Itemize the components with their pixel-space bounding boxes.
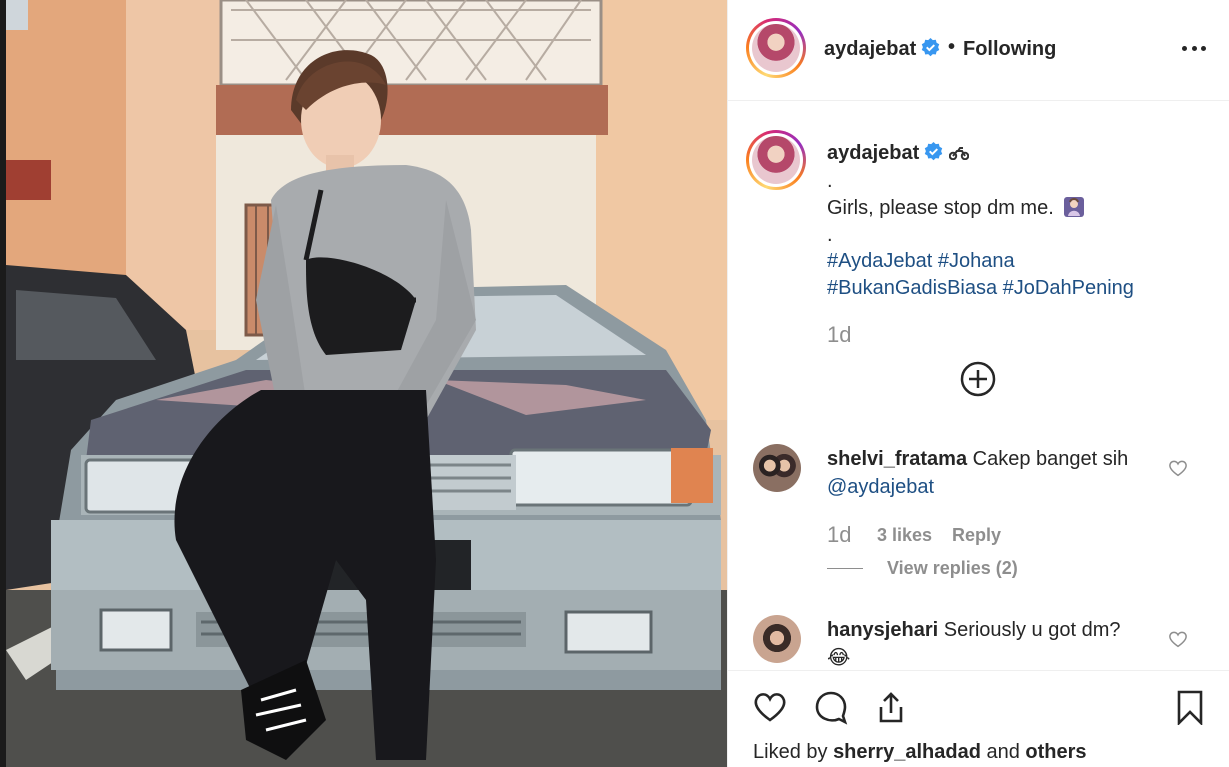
author-avatar[interactable] [746,18,806,78]
comment-meta: 1d 3 likes Reply [827,522,1001,548]
caption-username-link[interactable]: aydajebat [827,142,970,165]
liked-by-others-link[interactable]: others [1025,741,1086,763]
liked-by-prefix: Liked by [753,741,828,763]
post-header: aydajebat • Following [728,0,1229,101]
commenter-username[interactable]: hanysjehari [827,619,938,641]
mention-link[interactable]: @aydajebat [827,476,934,498]
caption-text-line: Girls, please stop dm me. [827,196,1085,220]
comment-icon[interactable] [813,689,849,725]
caption-hashtags-line: #AydaJebat #Johana [827,250,1015,273]
comment-text: hanysjehari Seriously u got dm? 😂 [827,616,1147,670]
caption-text: Girls, please stop dm me. [827,197,1054,219]
comment-body: Seriously u got dm? [943,619,1121,641]
view-replies-button[interactable]: View replies (2) [827,558,1018,579]
bookmark-icon[interactable] [1172,689,1208,725]
comment-likes[interactable]: 3 likes [877,525,932,546]
author-username[interactable]: aydajebat [824,38,916,60]
caption-dot: . [827,170,833,192]
hashtag-link[interactable]: #BukanGadisBiasa [827,277,997,299]
liked-by-user-link[interactable]: sherry_alhadad [833,741,981,763]
post-side-panel: aydajebat • Following aydajebat . Girls,… [727,0,1229,767]
comment-reply-button[interactable]: Reply [952,525,1001,546]
share-icon[interactable] [873,689,909,725]
header-separator: • [948,36,956,58]
caption-hashtags-line: #BukanGadisBiasa #JoDahPening [827,277,1134,300]
author-username-link[interactable]: aydajebat [824,38,940,61]
motorcycle-icon [949,147,970,160]
hashtag-link[interactable]: #AydaJebat [827,250,932,272]
liked-by-join: and [986,741,1020,763]
comment-like-heart-icon[interactable] [1168,630,1188,648]
post-image [6,0,727,767]
comment-timestamp[interactable]: 1d [827,522,851,547]
comment-body: Cakep banget sih [972,448,1129,470]
post-actions-bar: Liked by sherry_alhadad and others [728,670,1229,767]
heart-icon[interactable] [752,689,788,725]
hashtag-link[interactable]: #JoDahPening [1003,277,1134,299]
post-photo[interactable] [0,0,727,767]
commenter-avatar[interactable] [753,615,801,663]
commenter-username[interactable]: shelvi_fratama [827,448,967,470]
woman-gesturing-emoji-icon [1064,197,1085,217]
hashtag-link[interactable]: #Johana [938,250,1015,272]
following-button[interactable]: Following [963,38,1056,61]
caption-avatar[interactable] [746,130,806,190]
commenter-avatar[interactable] [753,444,801,492]
comments-area[interactable]: aydajebat . Girls, please stop dm me. . … [728,102,1229,670]
caption-dot: . [827,224,833,246]
view-replies-line [827,568,863,569]
load-more-comments-icon[interactable] [960,361,996,397]
comment-like-heart-icon[interactable] [1168,459,1188,477]
caption-timestamp[interactable]: 1d [827,322,851,348]
more-options-icon[interactable] [1182,38,1206,58]
liked-by-text: Liked by sherry_alhadad and others [753,741,1087,764]
laughing-emoji: 😂 [827,647,851,669]
caption-username[interactable]: aydajebat [827,142,919,164]
comment-text: shelvi_fratama Cakep banget sih @aydajeb… [827,445,1147,501]
verified-badge-icon [922,38,940,57]
verified-badge-icon [925,142,943,161]
view-replies-label: View replies (2) [887,558,1018,578]
